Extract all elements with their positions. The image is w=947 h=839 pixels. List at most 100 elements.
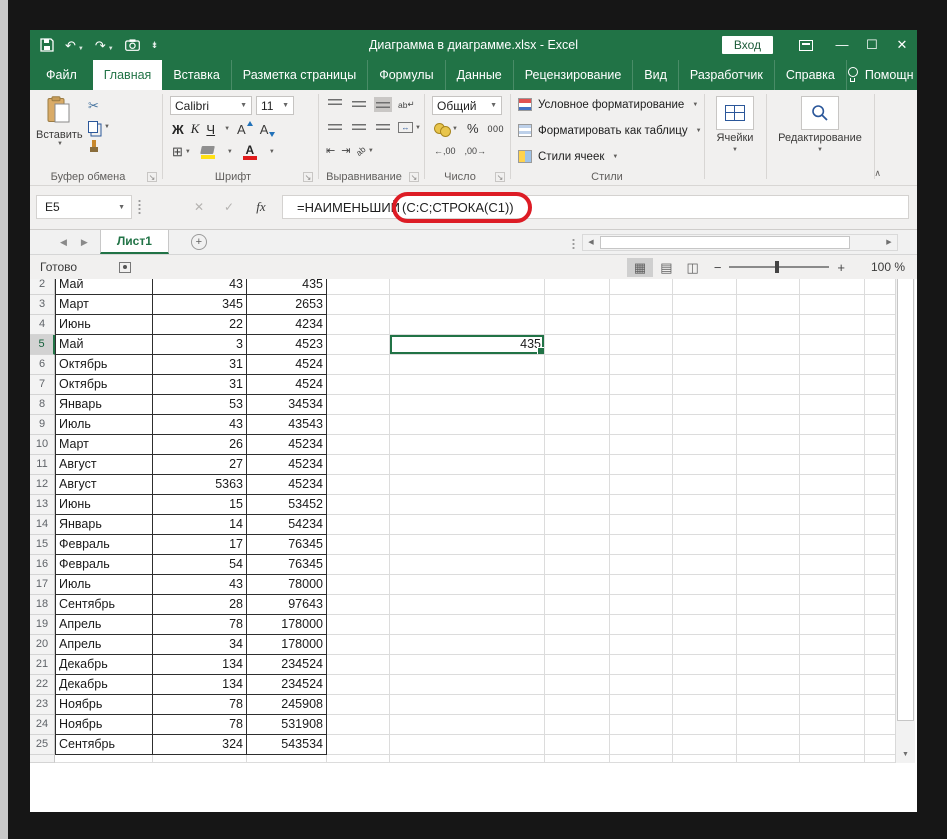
cell-A4[interactable]: Июнь	[55, 315, 153, 335]
cell-H9[interactable]	[673, 415, 737, 435]
row-header-24[interactable]: 24	[30, 715, 55, 735]
cell-H6[interactable]	[673, 355, 737, 375]
cell-I8[interactable]	[737, 395, 800, 415]
cell-G11[interactable]	[610, 455, 673, 475]
cell-D5[interactable]	[327, 335, 390, 355]
cell-B7[interactable]: 31	[153, 375, 247, 395]
cell-B10[interactable]: 26	[153, 435, 247, 455]
cell-J16[interactable]	[800, 555, 865, 575]
cell-J24[interactable]	[800, 715, 865, 735]
cell-I13[interactable]	[737, 495, 800, 515]
cell-A15[interactable]: Февраль	[55, 535, 153, 555]
cell-E11[interactable]	[390, 455, 545, 475]
cell-A13[interactable]: Июнь	[55, 495, 153, 515]
cell-I16[interactable]	[737, 555, 800, 575]
zoom-slider[interactable]	[729, 266, 829, 268]
font-name-combo[interactable]: Calibri▼	[170, 96, 252, 115]
cell-H10[interactable]	[673, 435, 737, 455]
cell-G13[interactable]	[610, 495, 673, 515]
row-header-6[interactable]: 6	[30, 355, 55, 375]
cell-D23[interactable]	[327, 695, 390, 715]
cell-J21[interactable]	[800, 655, 865, 675]
cell-I12[interactable]	[737, 475, 800, 495]
cell-F8[interactable]	[545, 395, 610, 415]
cell-I9[interactable]	[737, 415, 800, 435]
fill-color-button[interactable]	[201, 146, 215, 159]
cell-D3[interactable]	[327, 295, 390, 315]
cell-G16[interactable]	[610, 555, 673, 575]
cell-B15[interactable]: 17	[153, 535, 247, 555]
cell-J15[interactable]	[800, 535, 865, 555]
cell-H7[interactable]	[673, 375, 737, 395]
cell-B8[interactable]: 53	[153, 395, 247, 415]
cell-C16[interactable]: 76345	[247, 555, 327, 575]
row-header-4[interactable]: 4	[30, 315, 55, 335]
cell-B6[interactable]: 31	[153, 355, 247, 375]
cell-J5[interactable]	[800, 335, 865, 355]
cell-A14[interactable]: Январь	[55, 515, 153, 535]
undo-dropdown-icon[interactable]: ▼	[78, 46, 84, 52]
font-color-dropdown-icon[interactable]: ▼	[269, 149, 275, 155]
underline-dropdown-icon[interactable]: ▼	[224, 126, 230, 132]
cell-A17[interactable]: Июль	[55, 575, 153, 595]
cell-B22[interactable]: 134	[153, 675, 247, 695]
row-header-9[interactable]: 9	[30, 415, 55, 435]
cell-I4[interactable]	[737, 315, 800, 335]
cell-A12[interactable]: Август	[55, 475, 153, 495]
accounting-format-button[interactable]: ▼	[434, 123, 458, 135]
zoom-in-icon[interactable]: +	[829, 260, 853, 275]
cell-D12[interactable]	[327, 475, 390, 495]
cell-E24[interactable]	[390, 715, 545, 735]
cell-E19[interactable]	[390, 615, 545, 635]
cell-J14[interactable]	[800, 515, 865, 535]
cell-K23[interactable]	[865, 695, 895, 715]
cell-A3[interactable]: Март	[55, 295, 153, 315]
cell-C13[interactable]: 53452	[247, 495, 327, 515]
vertical-scrollbar[interactable]: ▲ ▼	[895, 235, 915, 763]
cell-I23[interactable]	[737, 695, 800, 715]
tab-Вид[interactable]: Вид	[633, 60, 679, 90]
alignment-dialog-launcher[interactable]: ↘	[409, 172, 419, 182]
cell-A25[interactable]: Сентябрь	[55, 735, 153, 755]
cell-G23[interactable]	[610, 695, 673, 715]
cell-K3[interactable]	[865, 295, 895, 315]
cell-H22[interactable]	[673, 675, 737, 695]
cell-I18[interactable]	[737, 595, 800, 615]
cell-A20[interactable]: Апрель	[55, 635, 153, 655]
cell-J12[interactable]	[800, 475, 865, 495]
cell-B26[interactable]	[153, 755, 247, 763]
cell-K21[interactable]	[865, 655, 895, 675]
cell-G24[interactable]	[610, 715, 673, 735]
decrease-indent-button[interactable]: ⇤	[326, 144, 335, 157]
cell-I5[interactable]	[737, 335, 800, 355]
cell-A9[interactable]: Июль	[55, 415, 153, 435]
page-layout-view-icon[interactable]: ▤	[653, 258, 679, 277]
cell-E9[interactable]	[390, 415, 545, 435]
cell-E23[interactable]	[390, 695, 545, 715]
cell-H12[interactable]	[673, 475, 737, 495]
cell-A11[interactable]: Август	[55, 455, 153, 475]
row-header-22[interactable]: 22	[30, 675, 55, 695]
undo-icon[interactable]: ↶▼	[65, 39, 84, 52]
editing-button[interactable]	[801, 96, 839, 130]
bold-button[interactable]: Ж	[172, 122, 184, 137]
insert-function-icon[interactable]: fx	[248, 195, 274, 219]
cell-C9[interactable]: 43543	[247, 415, 327, 435]
cell-A19[interactable]: Апрель	[55, 615, 153, 635]
tabbar-resize-handle[interactable]	[572, 238, 575, 250]
fill-color-dropdown-icon[interactable]: ▼	[227, 149, 233, 155]
cell-J20[interactable]	[800, 635, 865, 655]
cell-C25[interactable]: 543534	[247, 735, 327, 755]
row-header-3[interactable]: 3	[30, 295, 55, 315]
cell-C26[interactable]	[247, 755, 327, 763]
cell-E7[interactable]	[390, 375, 545, 395]
cell-F21[interactable]	[545, 655, 610, 675]
cell-H5[interactable]	[673, 335, 737, 355]
cell-J4[interactable]	[800, 315, 865, 335]
cell-G22[interactable]	[610, 675, 673, 695]
cell-F6[interactable]	[545, 355, 610, 375]
cell-G19[interactable]	[610, 615, 673, 635]
cell-K8[interactable]	[865, 395, 895, 415]
cell-G5[interactable]	[610, 335, 673, 355]
align-bottom-button[interactable]	[374, 97, 392, 112]
